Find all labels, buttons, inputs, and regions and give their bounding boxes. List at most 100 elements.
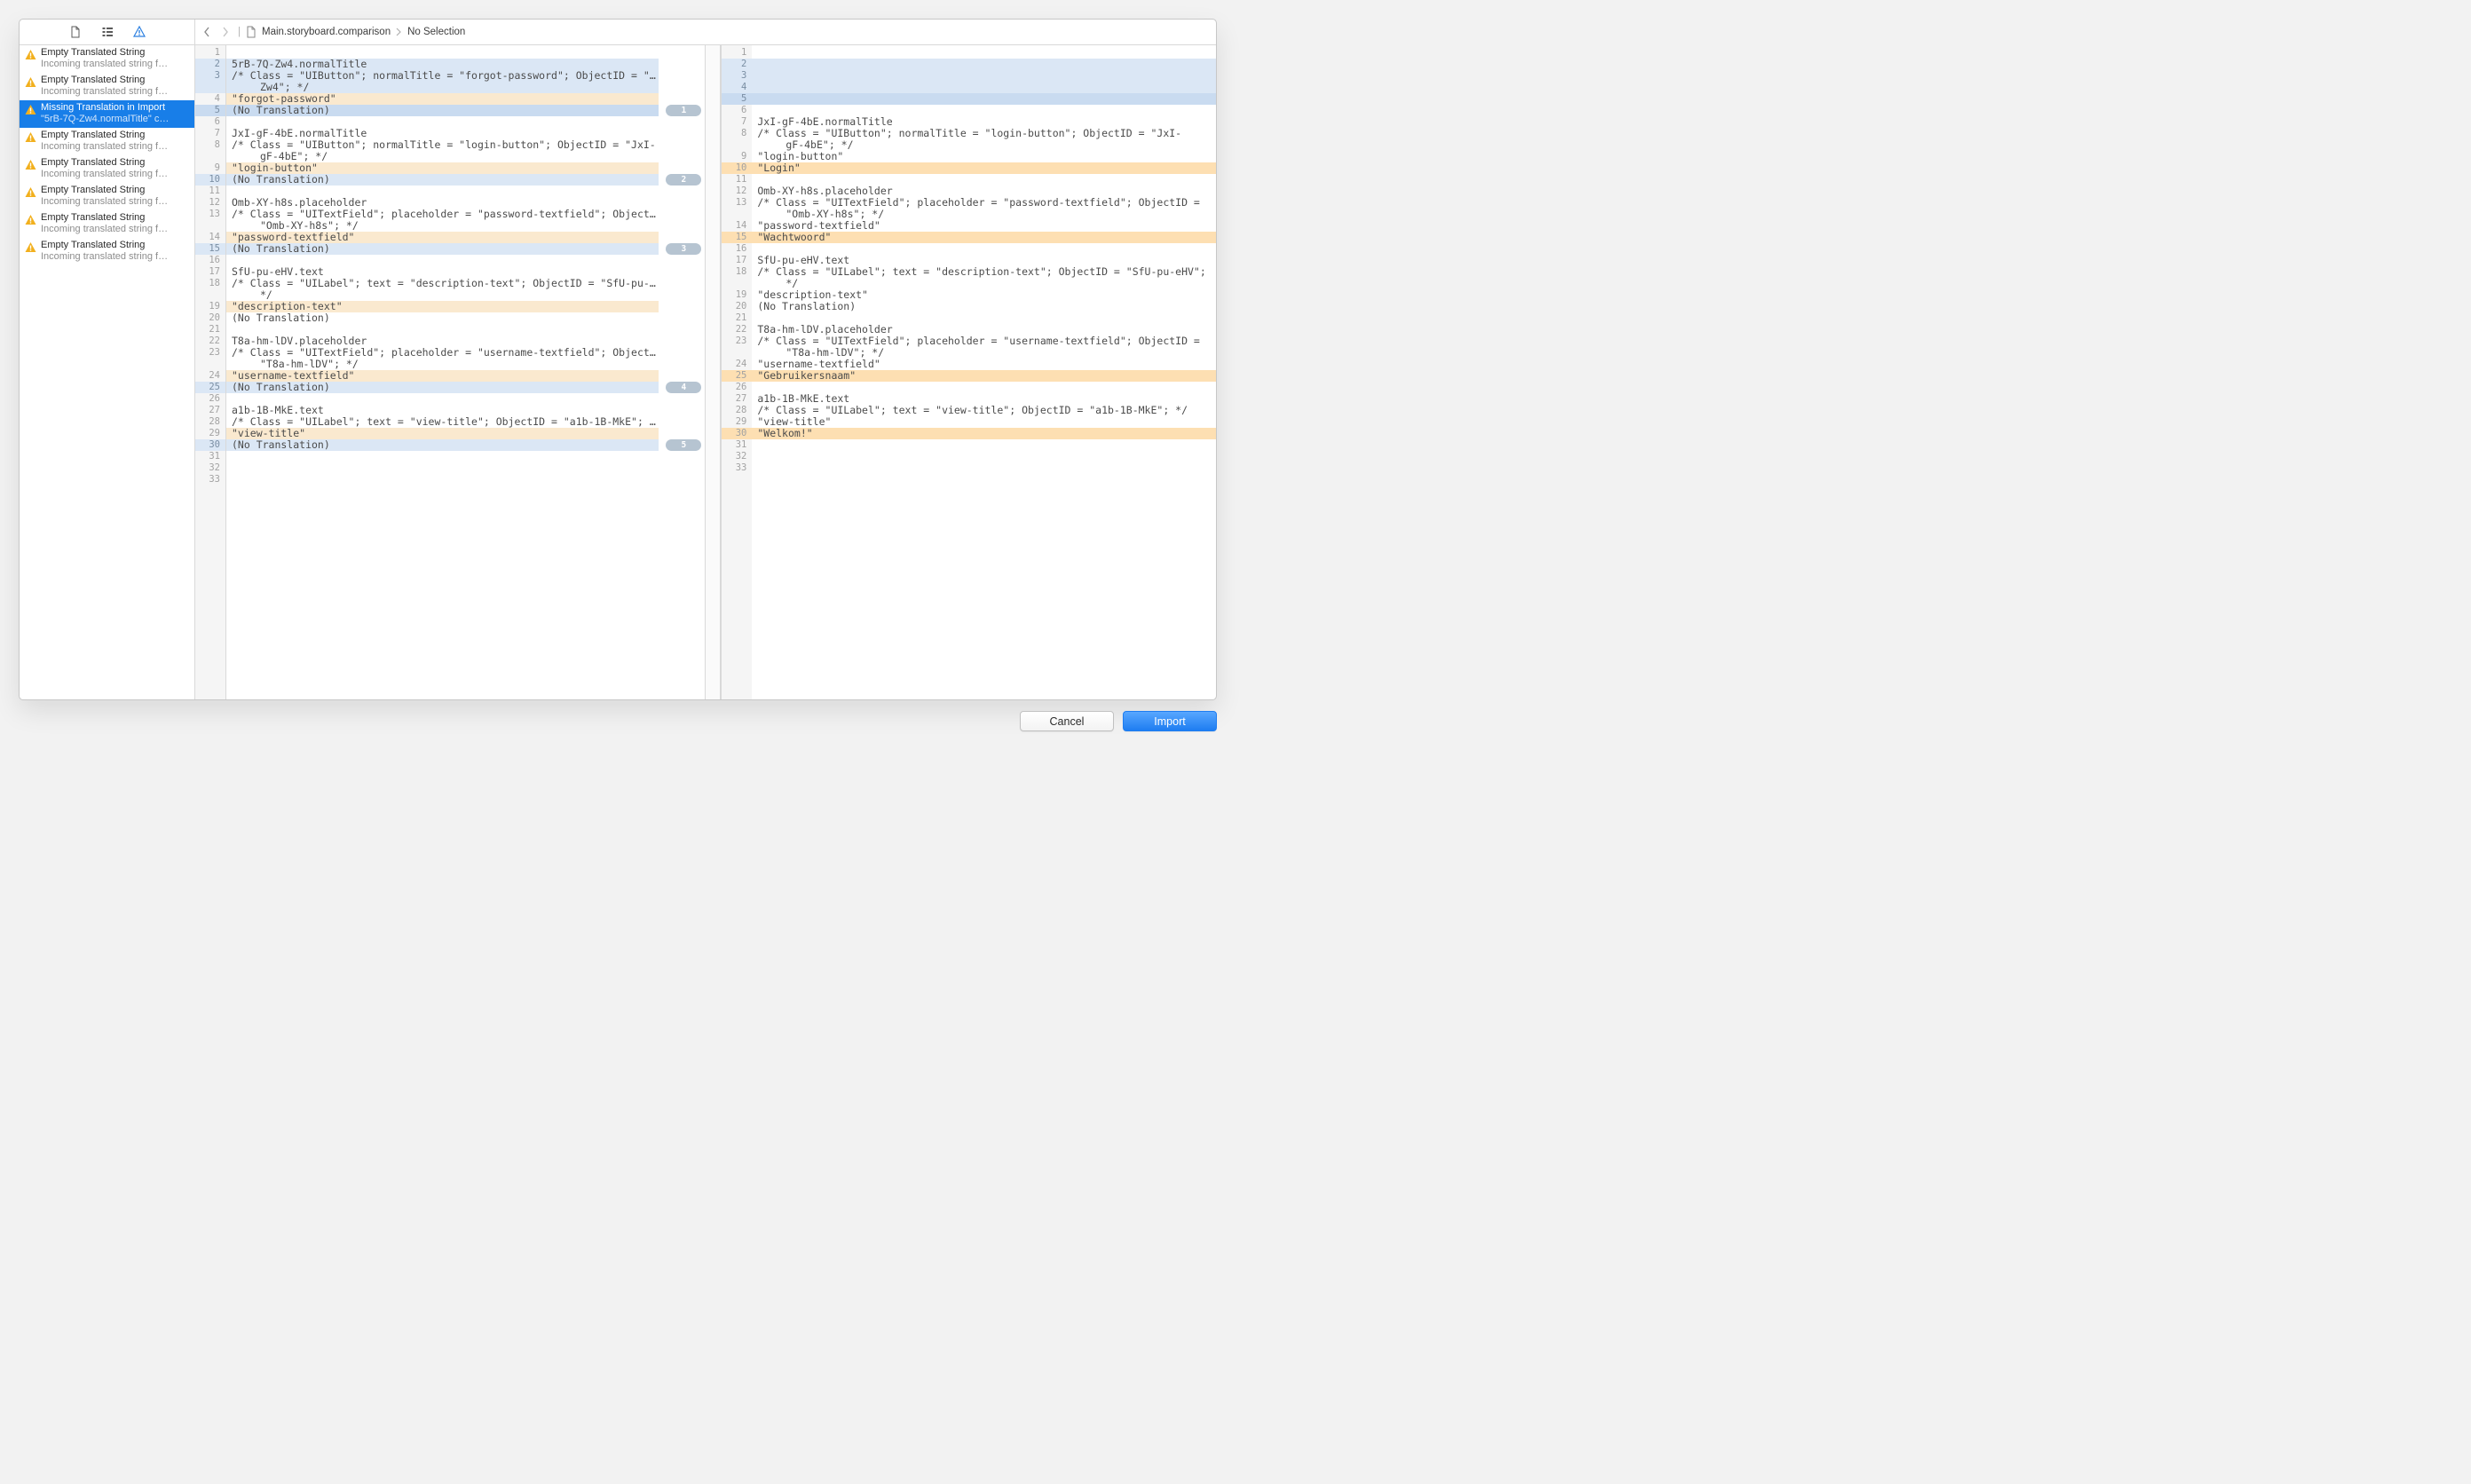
code-line: /* Class = "UIButton"; normalTitle = "lo… [752,128,1216,139]
diff-minimap[interactable] [705,45,721,699]
code-pane-left[interactable]: 5rB-7Q-Zw4.normalTitle/* Class = "UIButt… [226,45,659,699]
code-line: "view-title" [752,416,1216,428]
issue-subtitle: "5rB-7Q-Zw4.normalTitle" c… [41,114,189,125]
issue-item[interactable]: Empty Translated StringIncoming translat… [20,210,194,238]
code-line [752,382,1216,393]
warning-icon [25,49,36,60]
issue-title: Empty Translated String [41,185,189,196]
issue-sidebar: Empty Translated StringIncoming translat… [20,20,195,699]
code-line: "view-title" [226,428,659,439]
code-line: (No Translation) [226,439,659,451]
code-pane-right[interactable]: JxI-gF-4bE.normalTitle/* Class = "UIButt… [752,45,1216,699]
issue-title: Empty Translated String [41,240,189,251]
code-line: "T8a-hm-lDV"; */ [226,359,659,370]
code-line: */ [226,289,659,301]
code-line: "description-text" [226,301,659,312]
code-line: "Omb-XY-h8s"; */ [752,209,1216,220]
code-line [752,462,1216,474]
code-line: "password-textfield" [752,220,1216,232]
code-line: gF-4bE"; */ [226,151,659,162]
import-sheet: Empty Translated StringIncoming translat… [19,19,1217,700]
sidebar-toolbar [20,20,194,45]
diff-badge-gutter: 1 2 3 4 5 [659,45,705,699]
issue-item[interactable]: Empty Translated StringIncoming translat… [20,73,194,100]
code-line: "Gebruikersnaam" [752,370,1216,382]
code-line: /* Class = "UITextField"; placeholder = … [226,209,659,220]
nav-back-button[interactable] [199,24,215,40]
issue-subtitle: Incoming translated string f… [41,141,189,153]
code-line: T8a-hm-lDV.placeholder [226,335,659,347]
code-line: a1b-1B-MkE.text [226,405,659,416]
code-line: 5rB-7Q-Zw4.normalTitle [226,59,659,70]
code-line: "Wachtwoord" [752,232,1216,243]
diff-badge[interactable]: 3 [666,243,701,255]
code-line: T8a-hm-lDV.placeholder [752,324,1216,335]
code-line: /* Class = "UILabel"; text = "descriptio… [226,278,659,289]
diff-badge[interactable]: 5 [666,439,701,451]
main-panel: | Main.storyboard.comparison No Selectio… [195,20,1216,699]
issue-item[interactable]: Empty Translated StringIncoming translat… [20,183,194,210]
warning-icon [25,214,36,225]
code-line: Omb-XY-h8s.placeholder [752,186,1216,197]
chevron-right-icon [396,28,402,36]
diff-badge[interactable]: 4 [666,382,701,393]
warning-icon [25,131,36,143]
code-line [752,243,1216,255]
code-line: (No Translation) [226,105,659,116]
code-line [226,324,659,335]
code-line: "forgot-password" [226,93,659,105]
code-line: SfU-pu-eHV.text [226,266,659,278]
line-gutter-left: 1234567891011121314151617181920212223242… [195,45,226,699]
issue-list[interactable]: Empty Translated StringIncoming translat… [20,45,194,699]
cancel-button[interactable]: Cancel [1020,711,1114,731]
diff-badge[interactable]: 1 [666,105,701,116]
line-gutter-right: 1234567891011121314151617181920212223242… [721,45,752,699]
code-line [752,312,1216,324]
code-line [226,255,659,266]
jump-bar-file[interactable]: Main.storyboard.comparison [262,27,391,37]
issue-item[interactable]: Empty Translated StringIncoming translat… [20,155,194,183]
issue-title: Empty Translated String [41,130,189,141]
issue-subtitle: Incoming translated string f… [41,251,189,263]
code-line: SfU-pu-eHV.text [752,255,1216,266]
code-line: (No Translation) [226,174,659,186]
diff-view: 1234567891011121314151617181920212223242… [195,45,1216,699]
code-line: "Login" [752,162,1216,174]
warning-icon [25,186,36,198]
code-line: "username-textfield" [226,370,659,382]
code-line: (No Translation) [226,243,659,255]
code-line: /* Class = "UITextField"; placeholder = … [226,347,659,359]
issue-item[interactable]: Missing Translation in Import"5rB-7Q-Zw4… [20,100,194,128]
code-line: /* Class = "UILabel"; text = "view-title… [752,405,1216,416]
file-view-icon[interactable] [68,25,83,39]
code-line [752,93,1216,105]
issue-item[interactable]: Empty Translated StringIncoming translat… [20,45,194,73]
flat-view-icon[interactable] [100,25,114,39]
nav-forward-button[interactable] [217,24,233,40]
import-button[interactable]: Import [1123,711,1217,731]
issue-subtitle: Incoming translated string f… [41,169,189,180]
issue-view-icon[interactable] [132,25,146,39]
code-line: */ [752,278,1216,289]
code-line [752,451,1216,462]
code-line [752,70,1216,82]
code-line: /* Class = "UITextField"; placeholder = … [752,197,1216,209]
code-line: Zw4"; */ [226,82,659,93]
code-line [752,82,1216,93]
issue-item[interactable]: Empty Translated StringIncoming translat… [20,128,194,155]
issue-subtitle: Incoming translated string f… [41,196,189,208]
code-line: "Welkom!" [752,428,1216,439]
diff-badge[interactable]: 2 [666,174,701,186]
code-line: (No Translation) [226,382,659,393]
divider: | [238,27,241,37]
code-line: /* Class = "UILabel"; text = "descriptio… [752,266,1216,278]
jump-bar[interactable]: | Main.storyboard.comparison No Selectio… [195,20,1216,45]
jump-bar-selection[interactable]: No Selection [407,27,465,37]
code-line: /* Class = "UILabel"; text = "view-title… [226,416,659,428]
code-line: JxI-gF-4bE.normalTitle [752,116,1216,128]
code-line: "description-text" [752,289,1216,301]
code-line [226,47,659,59]
issue-subtitle: Incoming translated string f… [41,59,189,70]
code-line: a1b-1B-MkE.text [752,393,1216,405]
issue-item[interactable]: Empty Translated StringIncoming translat… [20,238,194,265]
